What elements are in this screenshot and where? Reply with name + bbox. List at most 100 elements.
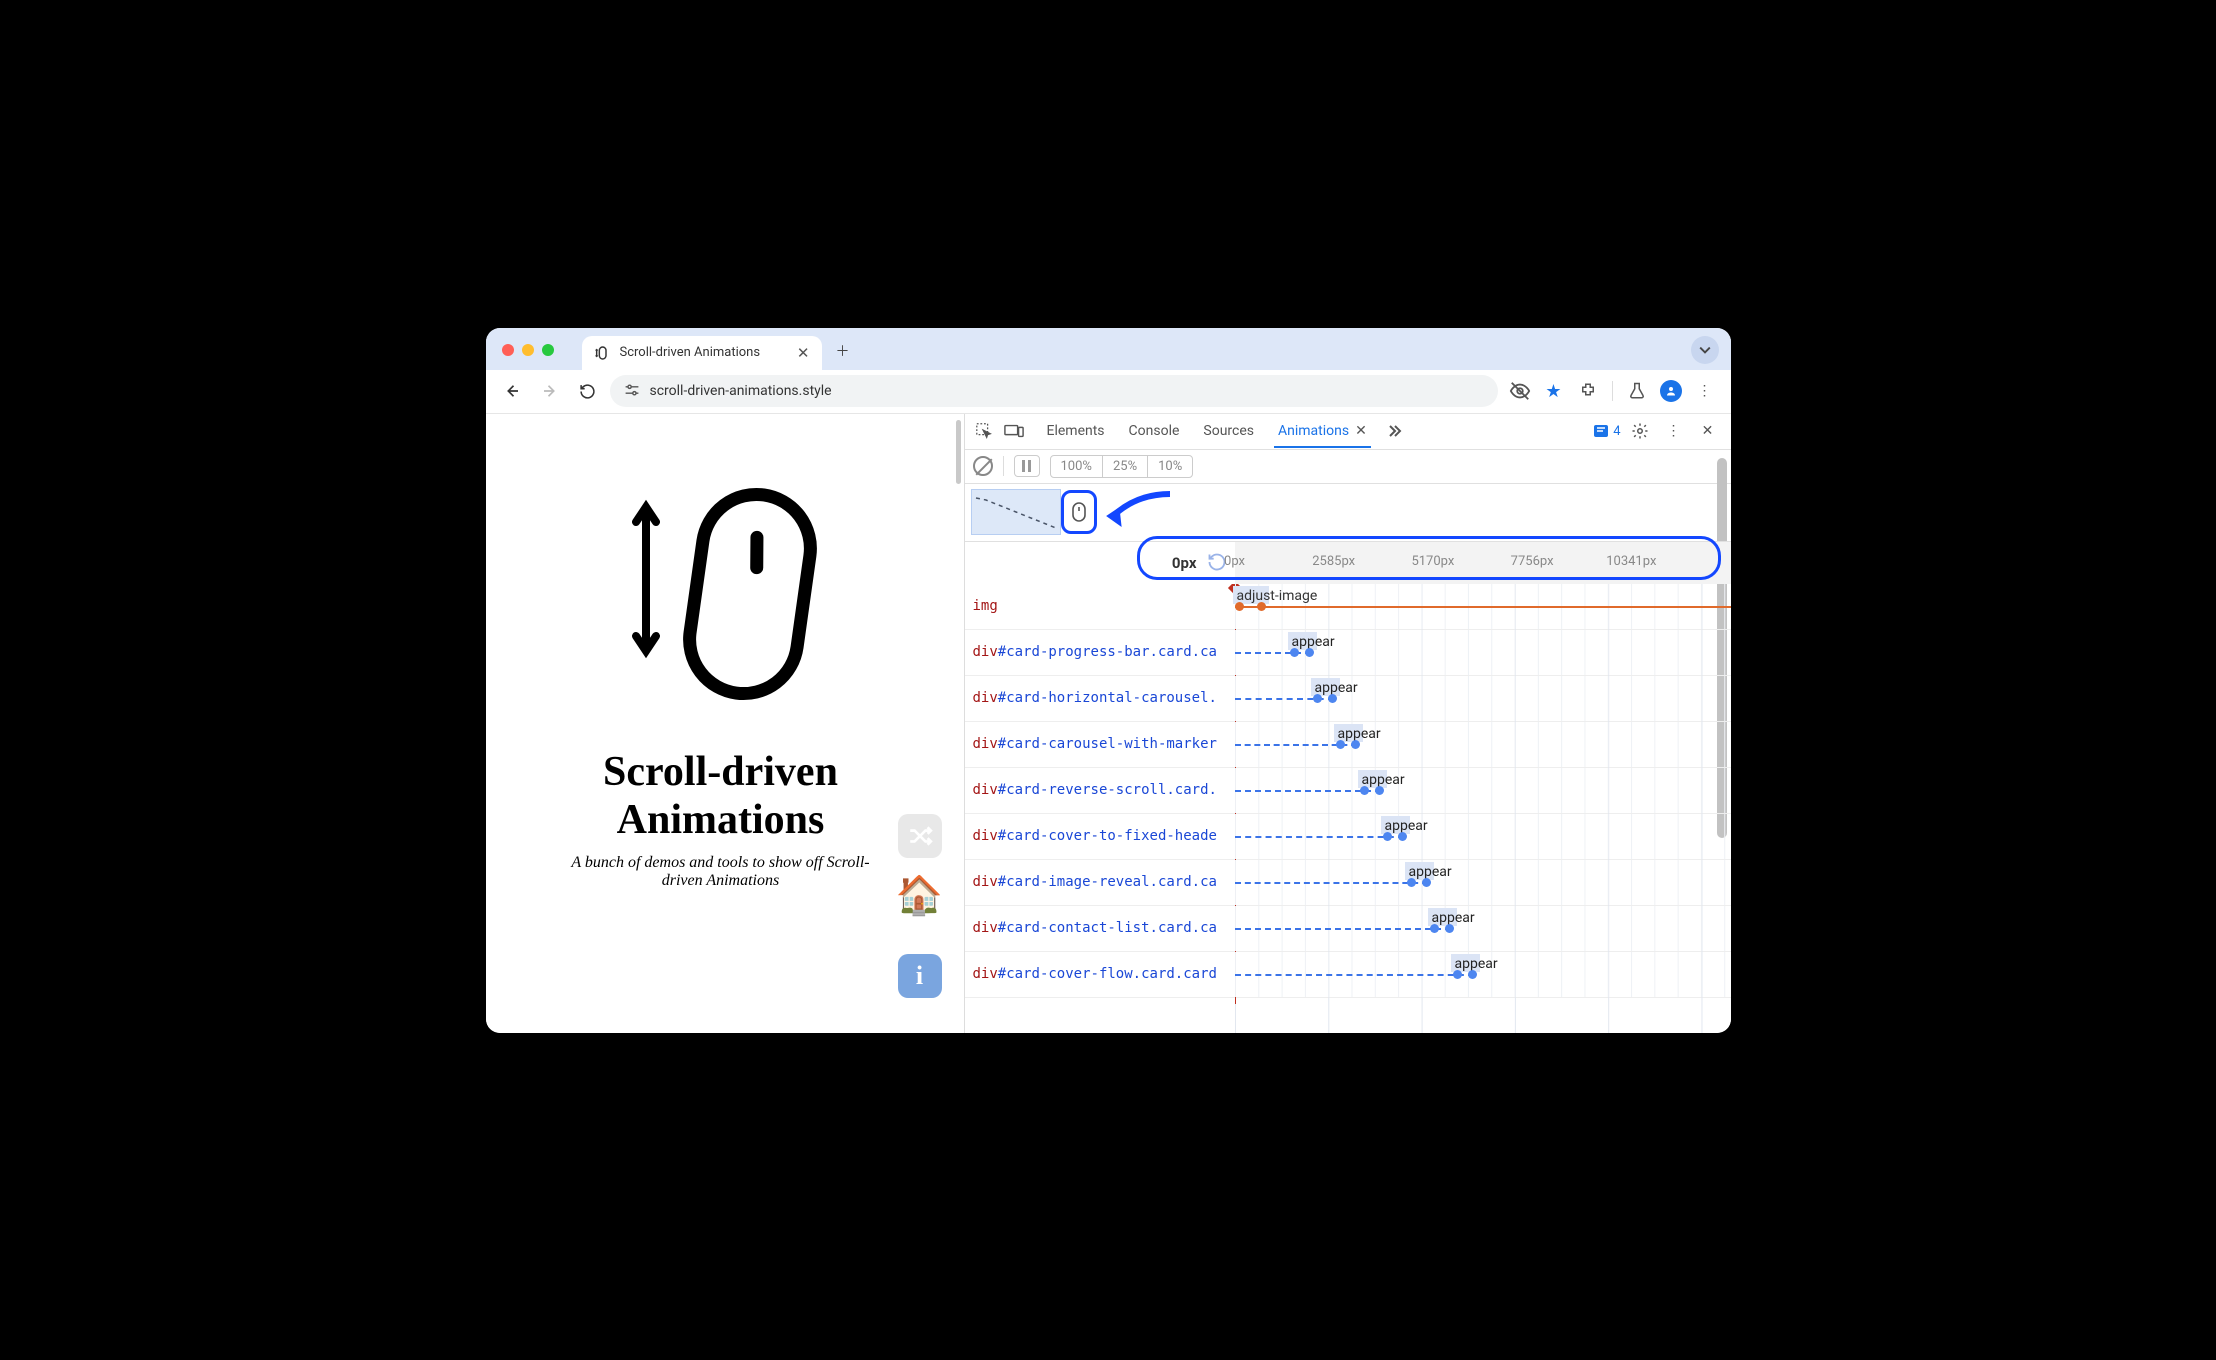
home-button[interactable]: 🏠 — [898, 874, 942, 918]
new-tab-button[interactable]: ＋ — [828, 336, 858, 366]
track-timeline[interactable]: appear — [1235, 952, 1731, 997]
animation-name: appear — [1315, 680, 1358, 696]
speed-100[interactable]: 100% — [1051, 456, 1103, 477]
labs-icon[interactable] — [1621, 375, 1653, 407]
animation-name: appear — [1432, 910, 1475, 926]
animations-toolbar: 100% 25% 10% — [965, 450, 1731, 484]
animation-track[interactable]: div#card-horizontal-carousel. appear — [965, 676, 1731, 722]
timeline-ruler: 0px 0px 2585px 5170px 7756px 10341px — [965, 542, 1731, 584]
url-text: scroll-driven-animations.style — [650, 383, 832, 399]
close-window-button[interactable] — [502, 344, 514, 356]
device-toolbar-icon[interactable] — [999, 416, 1029, 446]
tick-4: 10341px — [1606, 554, 1656, 569]
extensions-icon[interactable] — [1572, 375, 1604, 407]
animation-track[interactable]: div#card-cover-to-fixed-headeappear — [965, 814, 1731, 860]
tab-search-button[interactable] — [1691, 336, 1719, 364]
window-controls — [502, 344, 554, 356]
content-area: Scroll-drivenAnimations A bunch of demos… — [486, 414, 1731, 1033]
track-selector: div#card-horizontal-carousel. — [965, 676, 1235, 721]
minimize-window-button[interactable] — [522, 344, 534, 356]
speed-25[interactable]: 25% — [1103, 456, 1148, 477]
animation-group-thumbnail[interactable] — [971, 489, 1061, 535]
track-timeline[interactable]: appear — [1235, 722, 1731, 767]
track-timeline[interactable]: adjust-image — [1235, 584, 1731, 629]
site-settings-icon[interactable] — [624, 383, 640, 400]
tab-animations[interactable]: Animations✕ — [1266, 415, 1379, 447]
reload-button[interactable] — [572, 375, 604, 407]
info-button[interactable]: i — [898, 954, 942, 998]
track-timeline[interactable]: appear — [1235, 814, 1731, 859]
browser-toolbar: scroll-driven-animations.style ★ ⋮ — [486, 370, 1731, 414]
tick-1: 2585px — [1312, 554, 1355, 569]
more-tabs-icon[interactable] — [1379, 416, 1409, 446]
browser-tab[interactable]: Scroll-driven Animations ✕ — [582, 336, 822, 370]
tick-0: 0px — [1224, 554, 1245, 569]
tab-console[interactable]: Console — [1117, 415, 1192, 447]
page-title: Scroll-drivenAnimations — [603, 748, 838, 845]
close-tab-icon[interactable]: ✕ — [797, 344, 810, 362]
animation-name: appear — [1362, 772, 1405, 788]
eye-off-icon[interactable] — [1504, 375, 1536, 407]
track-selector: div#card-cover-flow.card.card — [965, 952, 1235, 997]
animation-track[interactable]: div#card-carousel-with-markerappear — [965, 722, 1731, 768]
animation-groups-row — [965, 484, 1731, 542]
ruler-scale[interactable]: 0px 2585px 5170px 7756px 10341px — [1235, 542, 1731, 584]
playback-speed-group: 100% 25% 10% — [1050, 455, 1194, 478]
close-devtools-icon[interactable]: ✕ — [1693, 416, 1723, 446]
page-logo-icon — [621, 474, 821, 708]
animation-name: appear — [1385, 818, 1428, 834]
track-timeline[interactable]: appear — [1235, 768, 1731, 813]
animation-track[interactable]: div#card-cover-flow.card.cardappear — [965, 952, 1731, 998]
back-button[interactable] — [496, 375, 528, 407]
track-selector: div#card-reverse-scroll.card. — [965, 768, 1235, 813]
issues-badge[interactable]: 4 — [1593, 423, 1620, 439]
tick-2: 5170px — [1411, 554, 1454, 569]
track-selector: div#card-progress-bar.card.ca — [965, 630, 1235, 675]
page-subtitle: A bunch of demos and tools to show off S… — [561, 854, 881, 890]
split-handle[interactable] — [956, 414, 964, 1033]
avatar-icon — [1660, 380, 1682, 402]
profile-button[interactable] — [1655, 375, 1687, 407]
track-timeline[interactable]: appear — [1235, 906, 1731, 951]
pause-button[interactable] — [1014, 455, 1040, 477]
animation-track[interactable]: div#card-reverse-scroll.card. appear — [965, 768, 1731, 814]
menu-button[interactable]: ⋮ — [1689, 375, 1721, 407]
toolbar-right: ★ ⋮ — [1504, 375, 1721, 407]
tab-title: Scroll-driven Animations — [620, 345, 761, 360]
tab-sources[interactable]: Sources — [1191, 415, 1266, 447]
animation-track[interactable]: div#card-progress-bar.card.ca appear — [965, 630, 1731, 676]
inspect-element-icon[interactable] — [969, 416, 999, 446]
ruler-controls: 0px — [965, 542, 1235, 584]
divider — [1003, 456, 1004, 476]
track-timeline[interactable]: appear — [1235, 860, 1731, 905]
bookmark-star-icon[interactable]: ★ — [1538, 375, 1570, 407]
animation-tracks: imgadjust-imagediv#card-progress-bar.car… — [965, 584, 1731, 1033]
animation-name: appear — [1409, 864, 1452, 880]
devtools-menu-icon[interactable]: ⋮ — [1659, 416, 1689, 446]
browser-window: Scroll-driven Animations ✕ ＋ scroll-driv… — [486, 328, 1731, 1033]
animation-name: appear — [1292, 634, 1335, 650]
current-position: 0px — [1172, 554, 1197, 572]
shuffle-button[interactable] — [898, 814, 942, 858]
animation-track[interactable]: div#card-image-reveal.card.caappear — [965, 860, 1731, 906]
animation-name: adjust-image — [1237, 588, 1318, 604]
animation-track[interactable]: imgadjust-image — [965, 584, 1731, 630]
scroll-driven-badge-icon[interactable] — [1061, 490, 1097, 534]
tab-elements[interactable]: Elements — [1035, 415, 1117, 447]
forward-button[interactable] — [534, 375, 566, 407]
animation-track[interactable]: div#card-contact-list.card.ca appear — [965, 906, 1731, 952]
track-selector: div#card-contact-list.card.ca — [965, 906, 1235, 951]
track-timeline[interactable]: appear — [1235, 676, 1731, 721]
address-bar[interactable]: scroll-driven-animations.style — [610, 375, 1498, 407]
devtools-panel: Elements Console Sources Animations✕ 4 — [964, 414, 1731, 1033]
animation-name: appear — [1338, 726, 1381, 742]
track-timeline[interactable]: appear — [1235, 630, 1731, 675]
clear-animations-icon[interactable] — [973, 456, 993, 476]
speed-10[interactable]: 10% — [1148, 456, 1192, 477]
settings-gear-icon[interactable] — [1625, 416, 1655, 446]
maximize-window-button[interactable] — [542, 344, 554, 356]
tab-strip: Scroll-driven Animations ✕ ＋ — [486, 328, 1731, 370]
callout-arrow-icon — [1105, 488, 1177, 532]
close-panel-icon[interactable]: ✕ — [1355, 423, 1367, 439]
tick-3: 7756px — [1511, 554, 1554, 569]
